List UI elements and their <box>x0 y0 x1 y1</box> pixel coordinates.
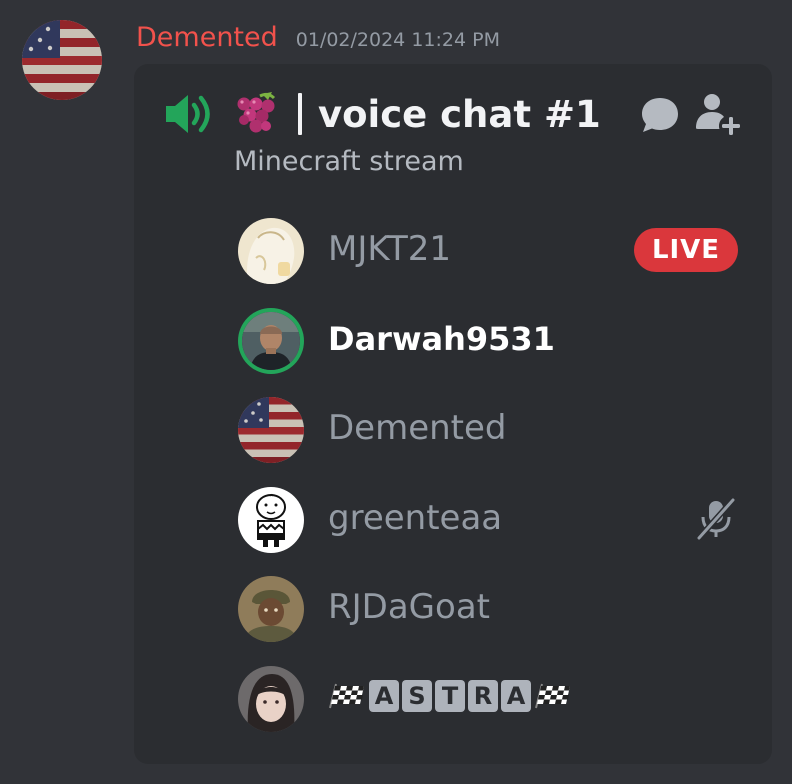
chat-bubble-icon[interactable] <box>640 96 680 134</box>
avatar-mjkt21 <box>238 218 304 284</box>
member-name: RJDaGoat <box>328 587 490 627</box>
voice-member-list: MJKT21 LIVE Darwah9531 Demented greentea… <box>238 214 742 751</box>
author-avatar[interactable] <box>22 20 102 100</box>
avatar-demented <box>238 397 304 463</box>
voice-member[interactable]: MJKT21 LIVE <box>238 214 742 304</box>
name-letter: S <box>402 679 432 712</box>
avatar-greenteaa <box>238 486 304 553</box>
channel-title[interactable]: voice chat #1 <box>230 86 601 142</box>
voice-channel-message: Demented 01/02/2024 11:24 PM voice chat … <box>0 0 792 784</box>
name-letter: A <box>501 679 531 712</box>
grapes-icon <box>237 92 276 133</box>
voice-channel-embed: voice chat #1 Minecraft stream MJKT21 LI… <box>134 64 772 764</box>
name-letter: T <box>435 679 465 712</box>
author-name[interactable]: Demented <box>136 22 278 53</box>
channel-name: voice chat #1 <box>318 92 601 136</box>
voice-member[interactable]: RJDaGoat <box>238 572 742 662</box>
checkered-flag-icon <box>535 683 570 708</box>
member-name: A S T R A <box>328 679 572 712</box>
member-name: Demented <box>328 408 507 448</box>
voice-member[interactable]: Darwah9531 <box>238 304 742 394</box>
avatar-darwah9531 <box>242 311 300 370</box>
channel-topic: Minecraft stream <box>234 146 464 177</box>
speaker-icon <box>166 95 210 133</box>
member-name: greenteaa <box>328 497 503 538</box>
mic-muted-icon <box>696 497 736 540</box>
avatar-rjdagoat <box>238 576 304 642</box>
message-header: Demented 01/02/2024 11:24 PM <box>136 22 500 58</box>
voice-member[interactable]: Demented <box>238 393 742 483</box>
voice-member[interactable]: A S T R A <box>238 662 742 752</box>
checkered-flag-icon <box>329 683 364 708</box>
title-separator <box>298 93 302 135</box>
name-letter: A <box>369 679 399 712</box>
member-name: Darwah9531 <box>328 319 555 358</box>
voice-member[interactable]: greenteaa <box>238 483 742 573</box>
add-user-icon[interactable] <box>694 92 742 138</box>
message-timestamp: 01/02/2024 11:24 PM <box>295 29 500 51</box>
name-letter: R <box>468 679 498 712</box>
live-badge: LIVE <box>634 228 738 272</box>
member-name: MJKT21 <box>328 229 452 269</box>
avatar-astra <box>238 665 304 732</box>
